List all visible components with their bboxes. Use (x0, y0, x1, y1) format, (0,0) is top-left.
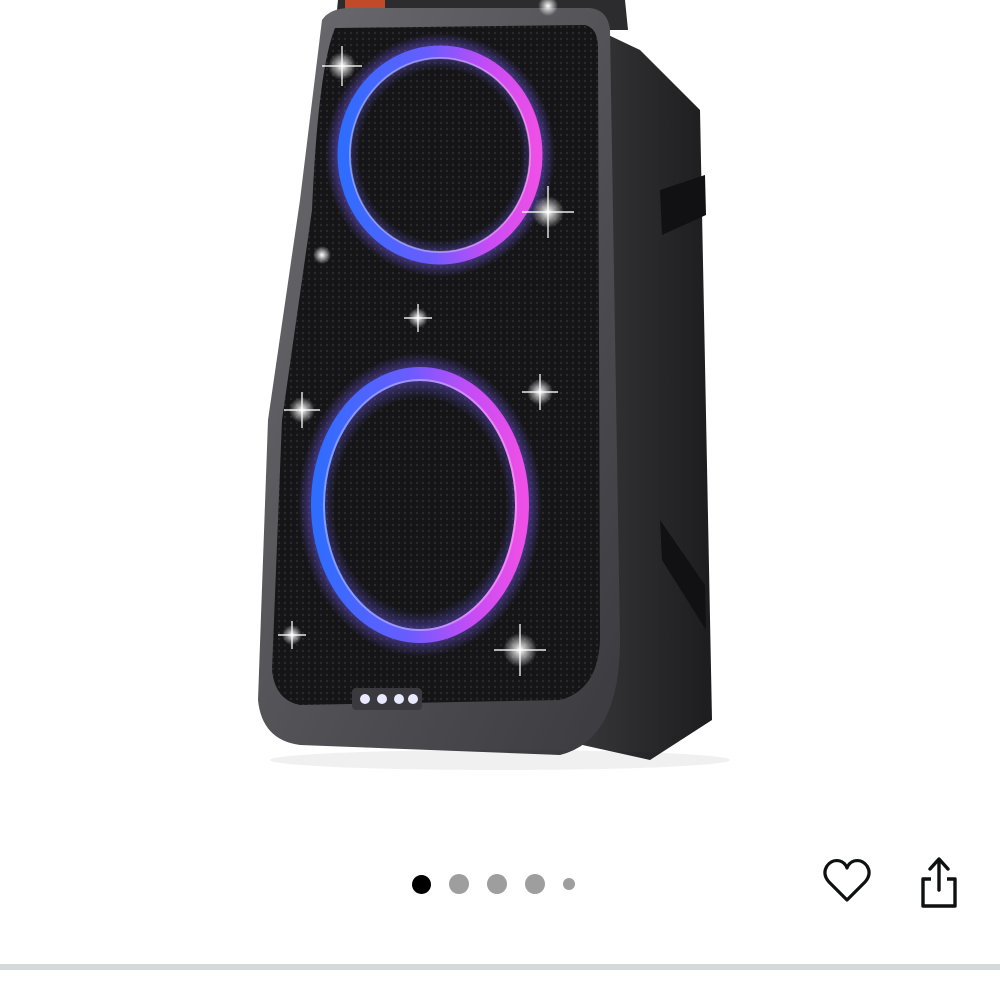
speaker-illustration (258, 0, 730, 770)
pagination-dot-4[interactable] (525, 874, 545, 894)
heart-outline-icon (823, 858, 871, 902)
pagination-dot-3[interactable] (487, 874, 507, 894)
wishlist-button[interactable] (820, 855, 874, 909)
section-divider (0, 964, 1000, 970)
image-pagination-dots (412, 873, 575, 895)
share-button[interactable] (912, 854, 966, 912)
pagination-dot-2[interactable] (449, 874, 469, 894)
product-image[interactable] (0, 0, 1000, 800)
pagination-dot-1[interactable] (412, 874, 431, 894)
product-detail-page: Portable party speaker with blue and pin… (0, 0, 1000, 1000)
pagination-dot-5[interactable] (563, 878, 575, 890)
share-icon (921, 857, 957, 908)
